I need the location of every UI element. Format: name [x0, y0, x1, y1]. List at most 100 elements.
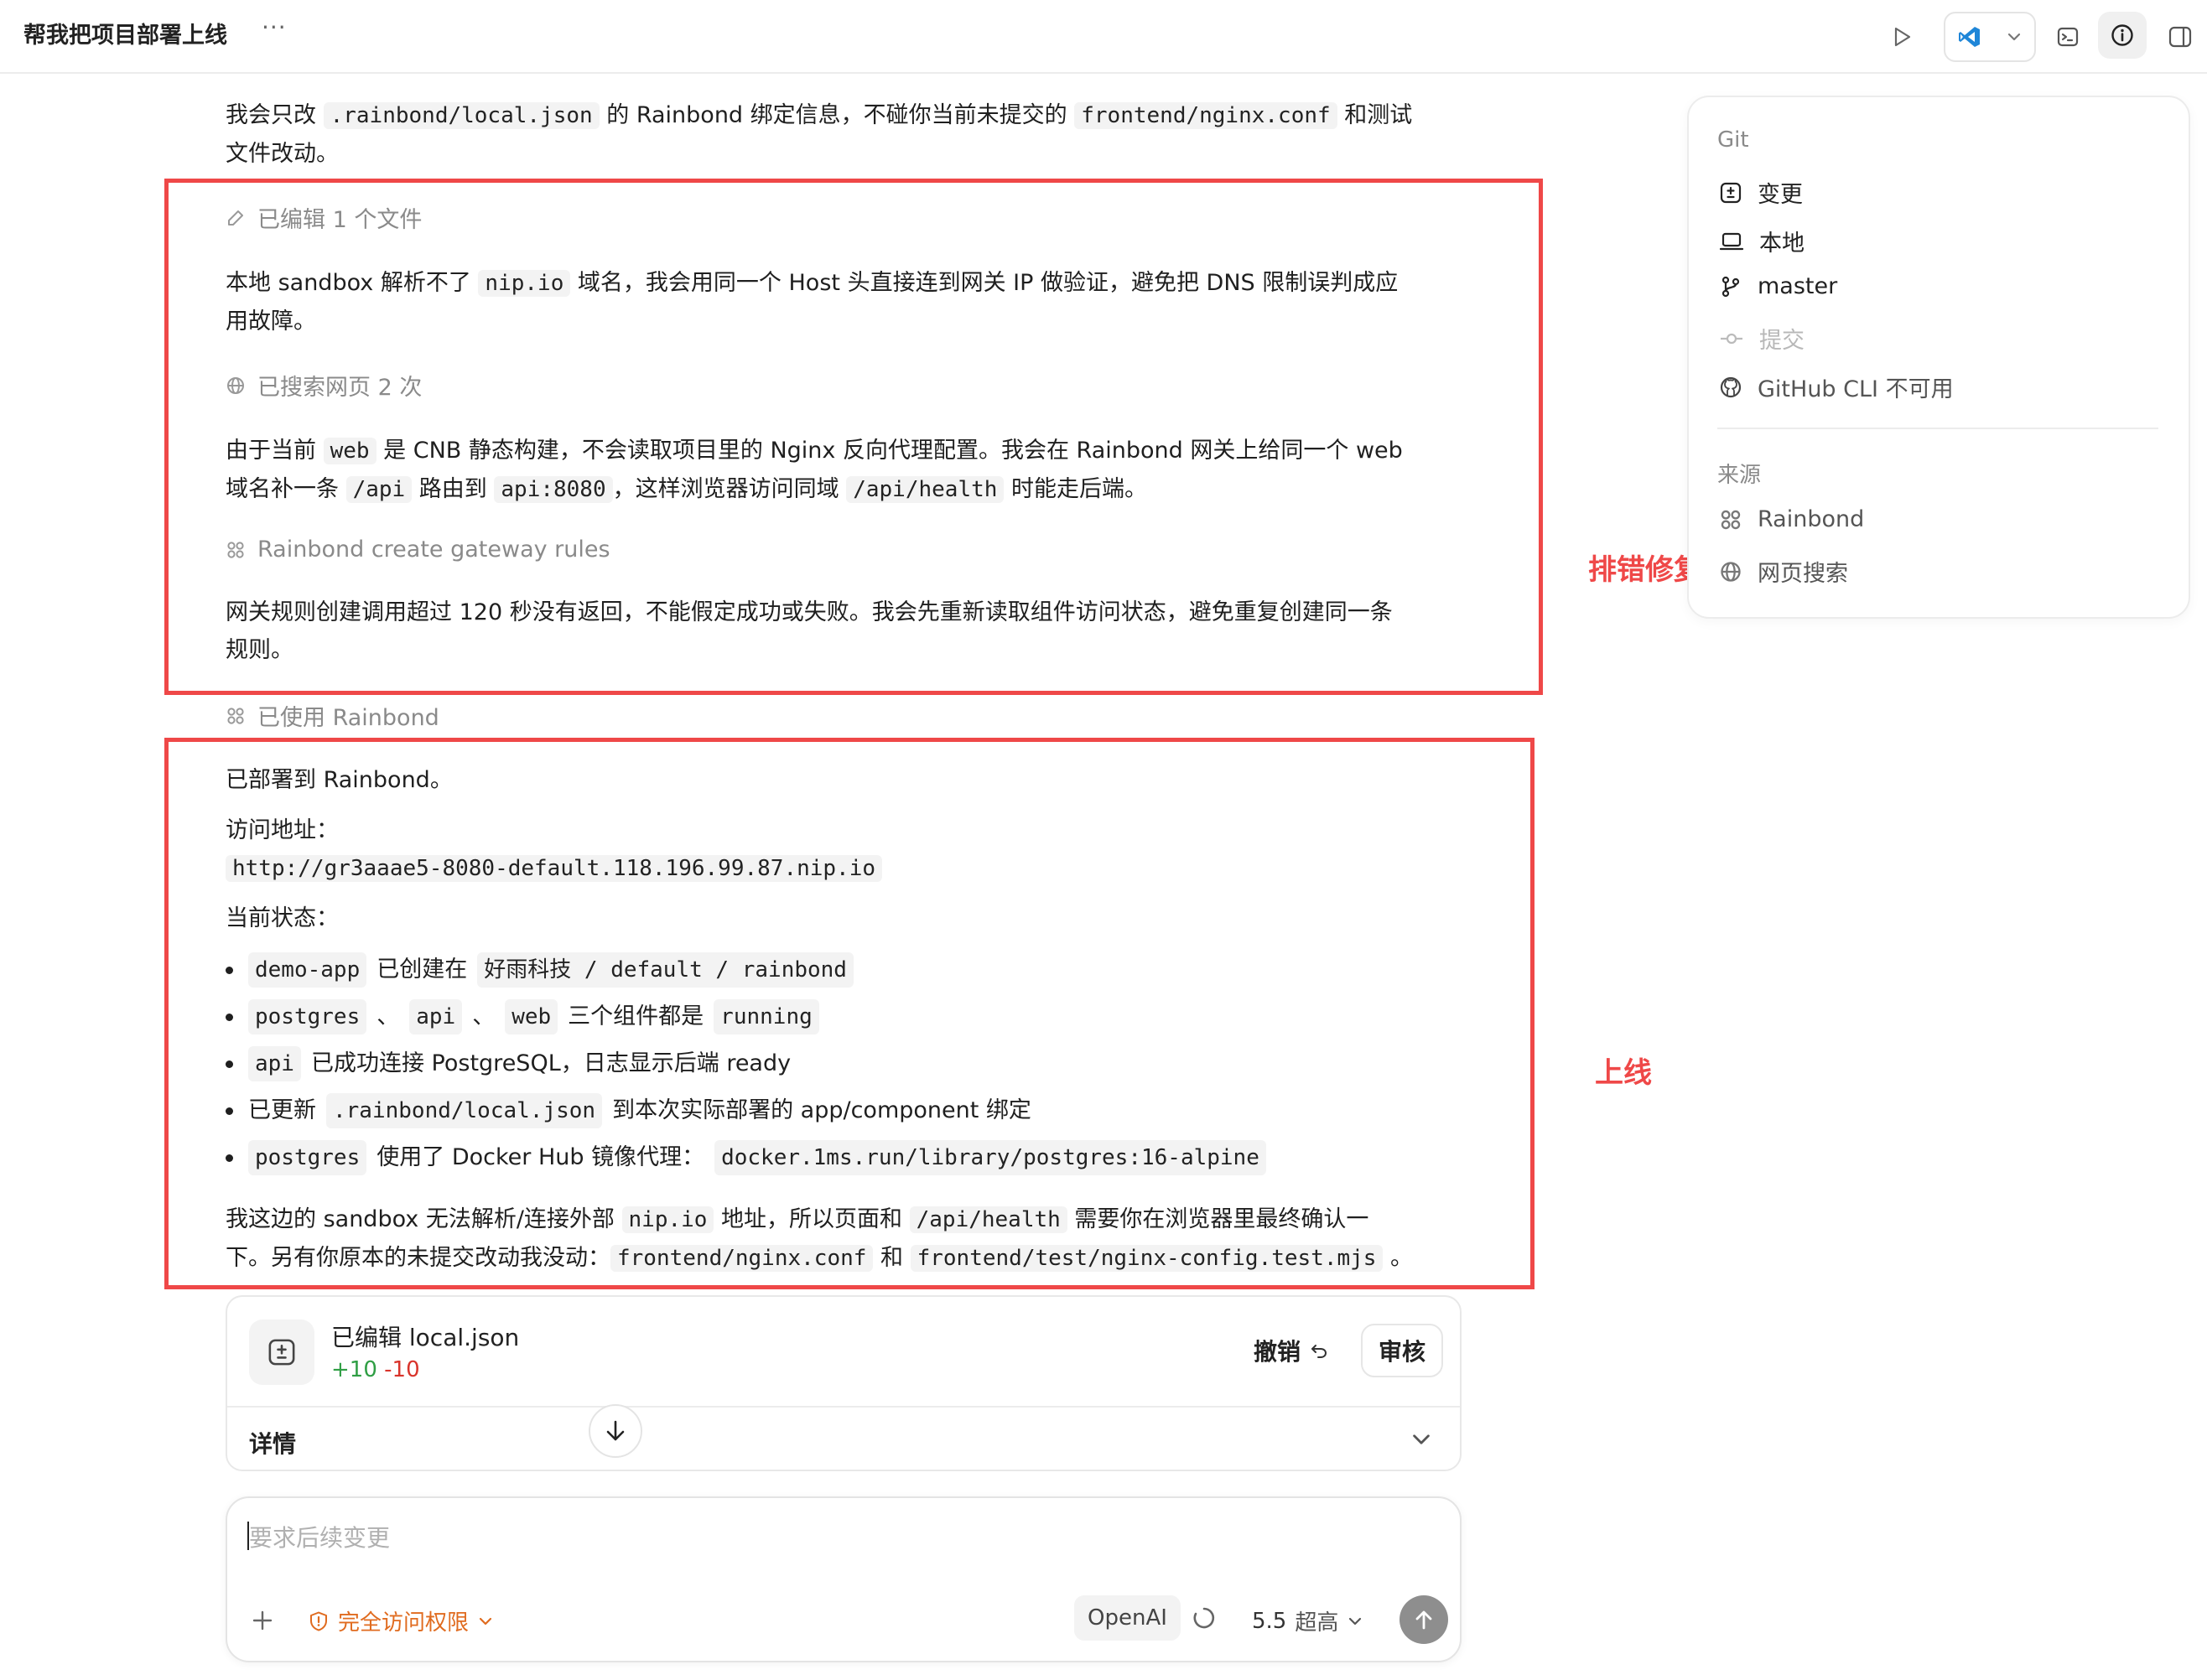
permission-selector[interactable]: 完全访问权限 — [308, 1605, 494, 1636]
deployed-text: 已部署到 Rainbond。 — [226, 767, 453, 793]
lines-removed: -10 — [384, 1357, 420, 1382]
deploy-url-link[interactable]: http://gr3aaae5-8080-default.118.196.99.… — [226, 855, 883, 882]
card-divider — [227, 1406, 1460, 1408]
toggle-panel-button[interactable] — [2165, 22, 2195, 52]
inline-code: /api — [345, 476, 413, 503]
chevron-down-icon — [479, 1617, 492, 1625]
rainbond-icon — [227, 707, 244, 724]
source-websearch-item[interactable]: 网页搜索 — [1719, 555, 1848, 588]
inline-code: api — [248, 1046, 301, 1081]
github-icon — [1720, 376, 1742, 397]
details-toggle[interactable]: 详情 — [249, 1426, 296, 1460]
inline-code: demo-app — [248, 952, 367, 988]
git-section-header: Git — [1717, 127, 1749, 153]
list-item: api 已成功连接 PostgreSQL，日志显示后端 ready — [226, 1046, 791, 1081]
inline-code: nip.io — [478, 270, 571, 297]
list-item: postgres 使用了 Docker Hub 镜像代理： docker.1ms… — [226, 1140, 1266, 1175]
inline-code: postgres — [248, 999, 367, 1034]
assistant-message-sandbox: 本地 sandbox 解析不了 nip.io 域名，我会用同一个 Host 头直… — [226, 270, 1399, 334]
bullet — [226, 1060, 233, 1068]
info-icon — [2111, 24, 2133, 46]
terminal-icon — [2057, 27, 2079, 47]
inline-code: .rainbond/local.json — [323, 102, 600, 129]
inline-code: 好雨科技 / default / rainbond — [477, 952, 854, 988]
assistant-message-proxy: 由于当前 web 是 CNB 静态构建，不会读取项目里的 Nginx 反向代理配… — [226, 438, 1403, 503]
commit-icon — [1721, 333, 1742, 344]
model-selector[interactable]: OpenAI — [1074, 1595, 1181, 1641]
annotation-label-deploy: 上线 — [1595, 1056, 1652, 1090]
diff-stats: +10 -10 — [331, 1357, 420, 1382]
review-button[interactable]: 审核 — [1361, 1324, 1443, 1377]
loading-spinner-icon — [1193, 1607, 1215, 1629]
inline-code: nip.io — [621, 1206, 714, 1233]
assistant-message-final: 我这边的 sandbox 无法解析/连接外部 nip.io 地址，所以页面和 /… — [226, 1206, 1414, 1272]
sidebar-panel-icon — [2168, 26, 2192, 48]
git-branch-item[interactable]: master — [1719, 273, 1837, 299]
arrow-down-icon — [606, 1420, 625, 1441]
text-caret — [247, 1522, 249, 1550]
panel-divider — [1717, 428, 2158, 429]
inline-code: /api/health — [909, 1206, 1067, 1233]
inline-code: frontend/nginx.conf — [1074, 102, 1337, 129]
rainbond-icon — [1721, 510, 1741, 529]
step-used-rainbond[interactable]: 已使用 Rainbond — [226, 699, 439, 732]
bullet — [226, 1013, 233, 1021]
inline-code: frontend/test/nginx-config.test.mjs — [910, 1245, 1384, 1272]
conversation-title: 帮我把项目部署上线 — [23, 23, 227, 49]
run-button[interactable] — [1887, 22, 1917, 52]
play-icon — [1894, 27, 1911, 47]
reasoning-effort-selector[interactable]: 5.5 超高 — [1252, 1605, 1363, 1636]
bullet — [226, 1107, 233, 1115]
list-item: demo-app 已创建在 好雨科技 / default / rainbond — [226, 952, 854, 988]
git-commit-item[interactable]: 提交 — [1719, 322, 1805, 355]
list-item: 已更新 .rainbond/local.json 到本次实际部署的 app/co… — [226, 1093, 1031, 1128]
inline-code: web — [505, 999, 558, 1034]
inline-code: api:8080 — [494, 476, 613, 503]
arrow-up-icon — [1415, 1610, 1432, 1630]
terminal-button[interactable] — [2053, 22, 2083, 52]
step-edited-files[interactable]: 已编辑 1 个文件 — [226, 201, 422, 234]
chevron-down-icon — [1349, 1617, 1362, 1625]
chevron-down-icon — [2007, 33, 2021, 41]
pencil-icon — [228, 210, 243, 226]
inline-code: running — [714, 999, 819, 1034]
diff-icon — [249, 1320, 314, 1385]
rainbond-icon — [227, 541, 244, 558]
send-button[interactable] — [1399, 1595, 1448, 1644]
side-panel: Git 变更 本地 master 提交 GitHub CLI 不可用 来源 Ra… — [1687, 96, 2190, 619]
undo-icon — [1311, 1345, 1327, 1358]
assistant-message-intro: 我会只改 .rainbond/local.json 的 Rainbond 绑定信… — [226, 102, 1413, 167]
status-label: 当前状态： — [226, 905, 339, 931]
vscode-icon — [1959, 27, 1980, 47]
more-options-button[interactable]: ··· — [262, 13, 287, 41]
scroll-to-bottom-button[interactable] — [589, 1404, 642, 1458]
url-row: http://gr3aaae5-8080-default.118.196.99.… — [226, 849, 1458, 888]
follow-up-input[interactable] — [247, 1518, 1257, 1557]
step-gateway-rules[interactable]: Rainbond create gateway rules — [226, 537, 610, 563]
bullet — [226, 1154, 233, 1162]
globe-icon — [1721, 561, 1741, 582]
inline-code: postgres — [248, 1140, 367, 1175]
assistant-message-gateway: 网关规则创建调用超过 120 秒没有返回，不能假定成功或失败。我会先重新读取组件… — [226, 599, 1393, 663]
composer: 完全访问权限 OpenAI 5.5 超高 — [226, 1496, 1462, 1662]
undo-button[interactable]: 撤销 — [1254, 1334, 1329, 1367]
inline-code: docker.1ms.run/library/postgres:16-alpin… — [714, 1140, 1266, 1175]
git-local-item[interactable]: 本地 — [1719, 225, 1805, 257]
lines-added: +10 — [331, 1357, 377, 1382]
inline-code: .rainbond/local.json — [326, 1093, 603, 1128]
open-in-editor-group[interactable] — [1944, 12, 2036, 62]
list-item: postgres 、 api 、 web 三个组件都是 running — [226, 999, 819, 1034]
inline-code: web — [323, 438, 376, 464]
plus-icon[interactable] — [249, 1607, 276, 1634]
step-web-search[interactable]: 已搜索网页 2 次 — [226, 369, 422, 402]
info-button[interactable] — [2098, 12, 2147, 59]
edited-file-title: 已编辑 local.json — [331, 1324, 520, 1351]
source-rainbond-item[interactable]: Rainbond — [1719, 506, 1864, 532]
top-bar: 帮我把项目部署上线 ··· — [0, 0, 2207, 74]
github-cli-item[interactable]: GitHub CLI 不可用 — [1719, 371, 1954, 403]
bullet — [226, 966, 233, 974]
edited-file-card: 已编辑 local.json +10 -10 撤销 审核 详情 — [226, 1295, 1462, 1471]
source-section-header: 来源 — [1717, 463, 1762, 488]
git-changes-item[interactable]: 变更 — [1719, 176, 1803, 209]
annotation-label-debug: 排错修复 — [1588, 553, 1702, 587]
